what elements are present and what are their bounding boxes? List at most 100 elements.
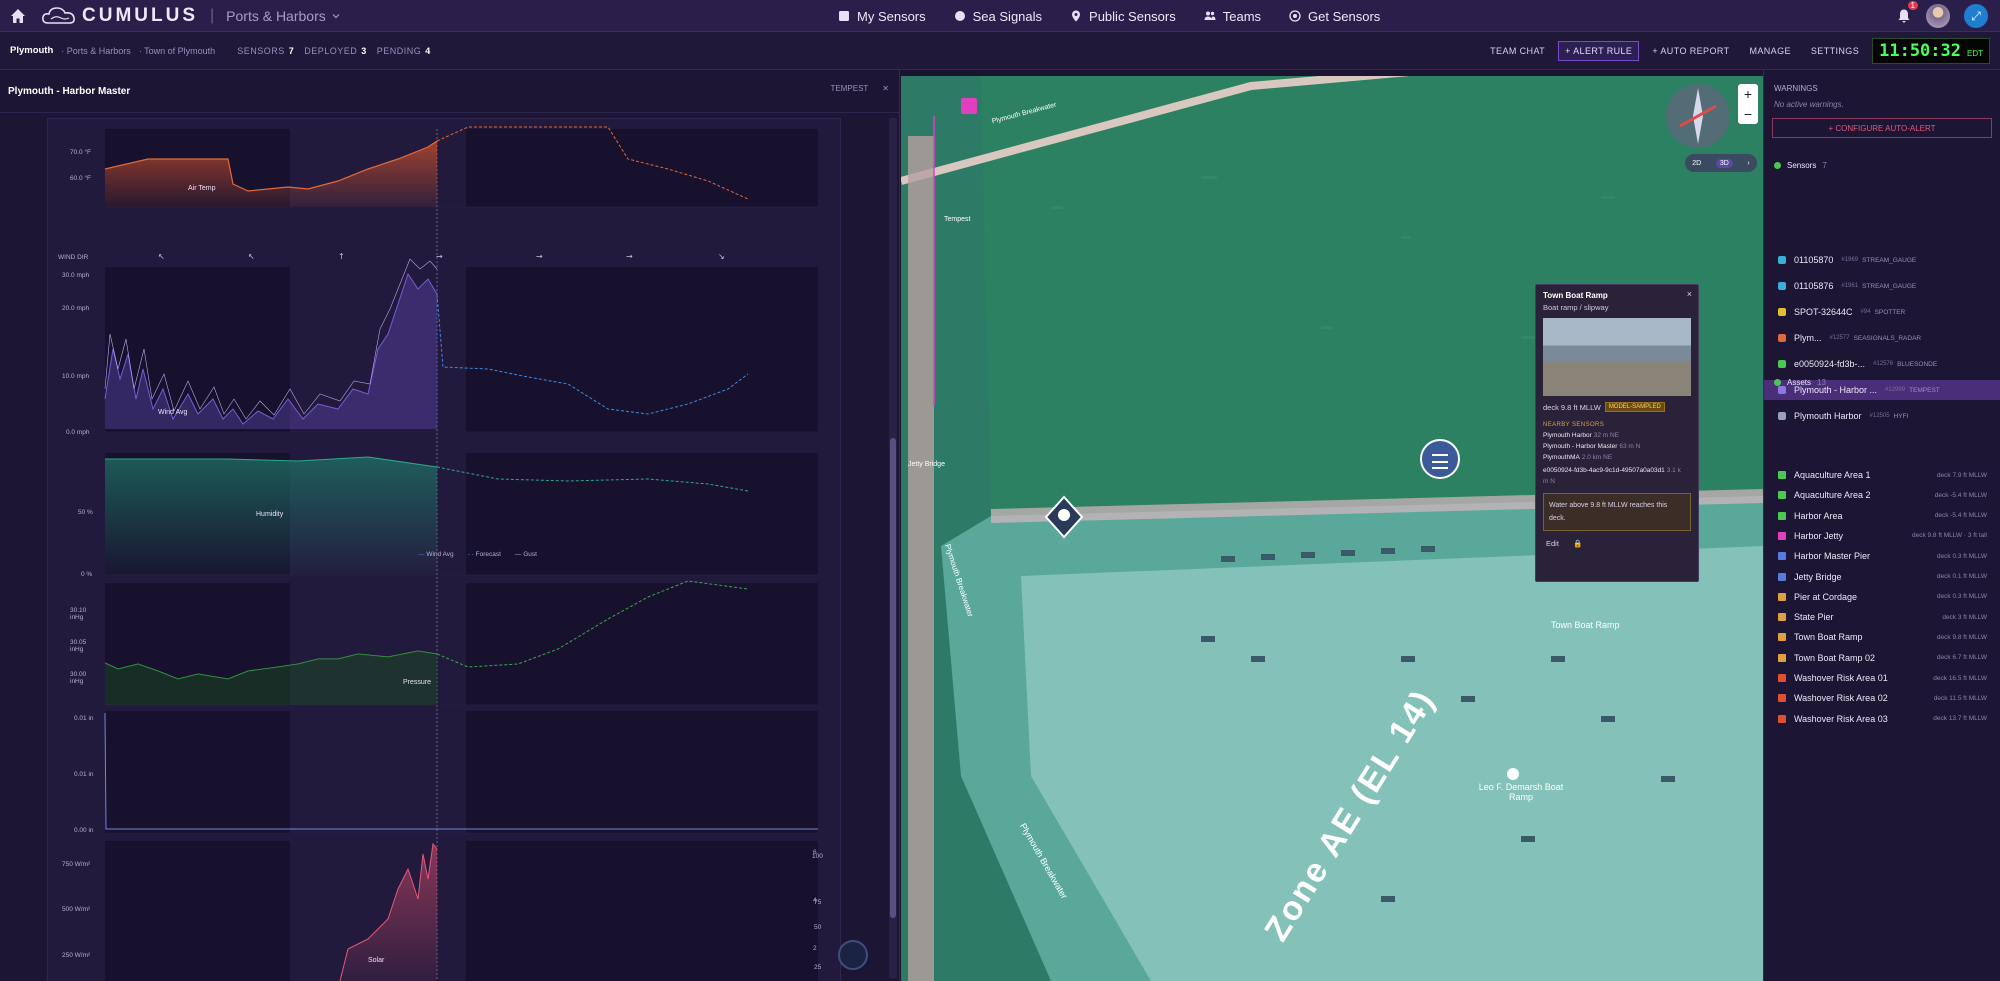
asset-name: Town Boat Ramp 02 — [1794, 652, 1876, 663]
nearby-sensor[interactable]: e0050924-fd3b-4ac9-9c1d-49507a0a03d1 3.1… — [1543, 465, 1683, 487]
zoom-out-button[interactable]: − — [1738, 104, 1758, 124]
map-label: Town Boat Ramp — [1551, 620, 1620, 630]
user-avatar[interactable] — [1926, 4, 1950, 28]
asset-deck: deck 0.1 ft MLLW — [1936, 573, 1987, 580]
solar-label: Solar — [368, 957, 385, 964]
pending-stat: PENDING 4 — [376, 45, 431, 56]
asset-row[interactable]: Harbor Area deck -5.4 ft MLLW — [1764, 506, 2000, 526]
sensor-row[interactable]: Plymouth Harbor #12505 HYFI — [1764, 406, 2000, 426]
nav-teams[interactable]: Teams — [1204, 9, 1261, 24]
sensor-type: BLUESONDE — [1897, 360, 1938, 368]
asset-row[interactable]: Aquaculture Area 1 deck 7.9 ft MLLW — [1764, 465, 2000, 485]
asset-name: Town Boat Ramp — [1794, 632, 1863, 643]
expand-icon[interactable]: ⤢ — [1964, 4, 1988, 28]
uv-tick: 2 — [813, 945, 817, 952]
wind-dir-label: WIND DIR — [58, 254, 89, 261]
edit-button[interactable]: Edit — [1546, 539, 1559, 548]
asset-row[interactable]: Aquaculture Area 2 deck -5.4 ft MLLW — [1764, 485, 2000, 505]
asset-deck: deck -5.4 ft MLLW — [1934, 512, 1987, 520]
close-icon[interactable]: ✕ — [882, 84, 889, 93]
nav-my-sensors[interactable]: My Sensors — [838, 9, 926, 24]
sensor-id: #12577 — [1829, 335, 1850, 341]
tick-label: 0.0 mph — [66, 429, 90, 436]
asset-icon — [1778, 613, 1786, 622]
svg-text:↘: ↘ — [718, 252, 725, 261]
panel-scrollbar[interactable] — [889, 118, 897, 978]
sensor-icon — [1778, 256, 1786, 264]
asset-icon — [1778, 714, 1786, 723]
more-icon[interactable]: › — [1747, 160, 1749, 167]
sensor-row[interactable]: 01105870 #1969 STREAM_GAUGE — [1764, 250, 2000, 270]
right-tick: 100 — [812, 853, 823, 860]
asset-row[interactable]: Washover Risk Area 01 deck 16.5 ft MLLW — [1764, 668, 2000, 688]
tick-label: 500 W/m² — [62, 906, 91, 913]
close-icon[interactable]: × — [1687, 289, 1692, 299]
asset-row[interactable]: Pier at Cordage deck 0.3 ft MLLW — [1764, 587, 2000, 607]
legend-forecast: - - Forecast — [467, 551, 501, 558]
sensors-stat: SENSORS 7 — [237, 45, 295, 56]
nav-public-sensors[interactable]: Public Sensors — [1070, 9, 1176, 24]
alert-rule-button[interactable]: + ALERT RULE — [1558, 41, 1640, 61]
breadcrumb-2[interactable]: · Town of Plymouth — [139, 46, 215, 56]
sensor-name: Plymouth Harbor — [1794, 411, 1862, 421]
sensor-type: TEMPEST — [1909, 386, 1940, 394]
sensor-row[interactable]: SPOT-32644C #94 SPOTTER — [1764, 302, 2000, 322]
parking-icon — [1507, 768, 1519, 780]
assistant-bot-icon[interactable] — [838, 940, 868, 970]
sensor-row[interactable]: e0050924-fd3b-... #12576 BLUESONDE — [1764, 354, 2000, 374]
configure-alert-button[interactable]: + CONFIGURE AUTO-ALERT — [1772, 118, 1992, 138]
nearby-sensor[interactable]: Plymouth - Harbor Master 63 m N — [1543, 443, 1698, 450]
sensor-row[interactable]: Plym... #12577 SEASIGNALS_RADAR — [1764, 328, 2000, 348]
context-switcher[interactable]: Ports & Harbors — [226, 8, 326, 24]
settings-button[interactable]: SETTINGS — [1804, 41, 1866, 61]
sensors-header[interactable]: Sensors 7 — [1774, 161, 1827, 170]
zoom-in-button[interactable]: + — [1738, 84, 1758, 104]
mode-3d-button[interactable]: 3D — [1715, 158, 1733, 168]
manage-button[interactable]: MANAGE — [1742, 41, 1797, 61]
tick-label: 0 % — [81, 571, 93, 578]
asset-deck: deck 16.5 ft MLLW — [1933, 674, 1987, 682]
app-logo[interactable]: CUMULUS | Ports & Harbors — [42, 5, 340, 27]
tick-label: 20.0 mph — [62, 305, 90, 312]
sensor-row[interactable]: 01105876 #1961 STREAM_GAUGE — [1764, 276, 2000, 296]
sensor-icon — [1778, 334, 1786, 342]
top-bar: CUMULUS | Ports & Harbors My Sensors Sea… — [0, 0, 2000, 32]
nav-get-sensors[interactable]: Get Sensors — [1289, 9, 1380, 24]
chevron-down-icon[interactable] — [332, 12, 340, 20]
legend-gust: — Gust — [514, 551, 537, 558]
nearby-sensor[interactable]: PlymouthMA 2.0 km NE — [1543, 454, 1698, 461]
lock-icon[interactable]: 🔒 — [1573, 539, 1582, 548]
breadcrumb-1[interactable]: · Ports & Harbors — [61, 46, 131, 56]
nav-sea-signals[interactable]: Sea Signals — [954, 9, 1042, 24]
sensor-icon — [1778, 282, 1786, 290]
asset-row[interactable]: Jetty Bridge deck 0.1 ft MLLW — [1764, 567, 2000, 587]
asset-icon — [1778, 491, 1786, 500]
asset-icon — [1778, 694, 1786, 703]
mode-2d-button[interactable]: 2D — [1692, 160, 1701, 167]
asset-row[interactable]: State Pier deck 3 ft MLLW — [1764, 607, 2000, 627]
svg-text:↑: ↑ — [338, 252, 345, 261]
deployed-stat: DEPLOYED 3 — [304, 45, 367, 56]
nearby-header: NEARBY SENSORS — [1543, 422, 1605, 428]
people-icon — [1204, 11, 1216, 20]
wind-dir-arrows: ↖ ↖ ↑ → → → ↘ — [158, 252, 725, 261]
deck-value: deck 9.8 ft MLLW — [1543, 402, 1601, 412]
asset-row[interactable]: Harbor Master Pier deck 0.3 ft MLLW — [1764, 546, 2000, 566]
asset-row[interactable]: Washover Risk Area 03 deck 13.7 ft MLLW — [1764, 709, 2000, 729]
right-panel: WARNINGS No active warnings. + CONFIGURE… — [1763, 70, 2000, 981]
asset-row[interactable]: Washover Risk Area 02 deck 11.5 ft MLLW — [1764, 688, 2000, 708]
notifications-bell[interactable]: 1 — [1896, 1, 1918, 24]
right-tick: 25 — [814, 964, 822, 971]
assets-header[interactable]: Assets 13 — [1774, 378, 1826, 387]
team-chat-button[interactable]: TEAM CHAT — [1483, 41, 1552, 61]
sensor-type: STREAM_GAUGE — [1862, 282, 1917, 290]
auto-report-button[interactable]: + AUTO REPORT — [1645, 41, 1736, 61]
svg-text:→: → — [536, 252, 543, 261]
asset-row[interactable]: Town Boat Ramp 02 deck 6.7 ft MLLW — [1764, 648, 2000, 668]
asset-row[interactable]: Town Boat Ramp deck 9.8 ft MLLW — [1764, 627, 2000, 647]
asset-row[interactable]: Harbor Jetty deck 9.8 ft MLLW · 3 ft tall — [1764, 526, 2000, 546]
home-icon[interactable] — [10, 8, 26, 24]
wind-avg-label: Wind Avg — [158, 409, 188, 416]
nearby-sensor[interactable]: Plymouth Harbor 32 m NE — [1543, 432, 1698, 439]
asset-deck: deck 9.8 ft MLLW · 3 ft tall — [1911, 532, 1987, 540]
